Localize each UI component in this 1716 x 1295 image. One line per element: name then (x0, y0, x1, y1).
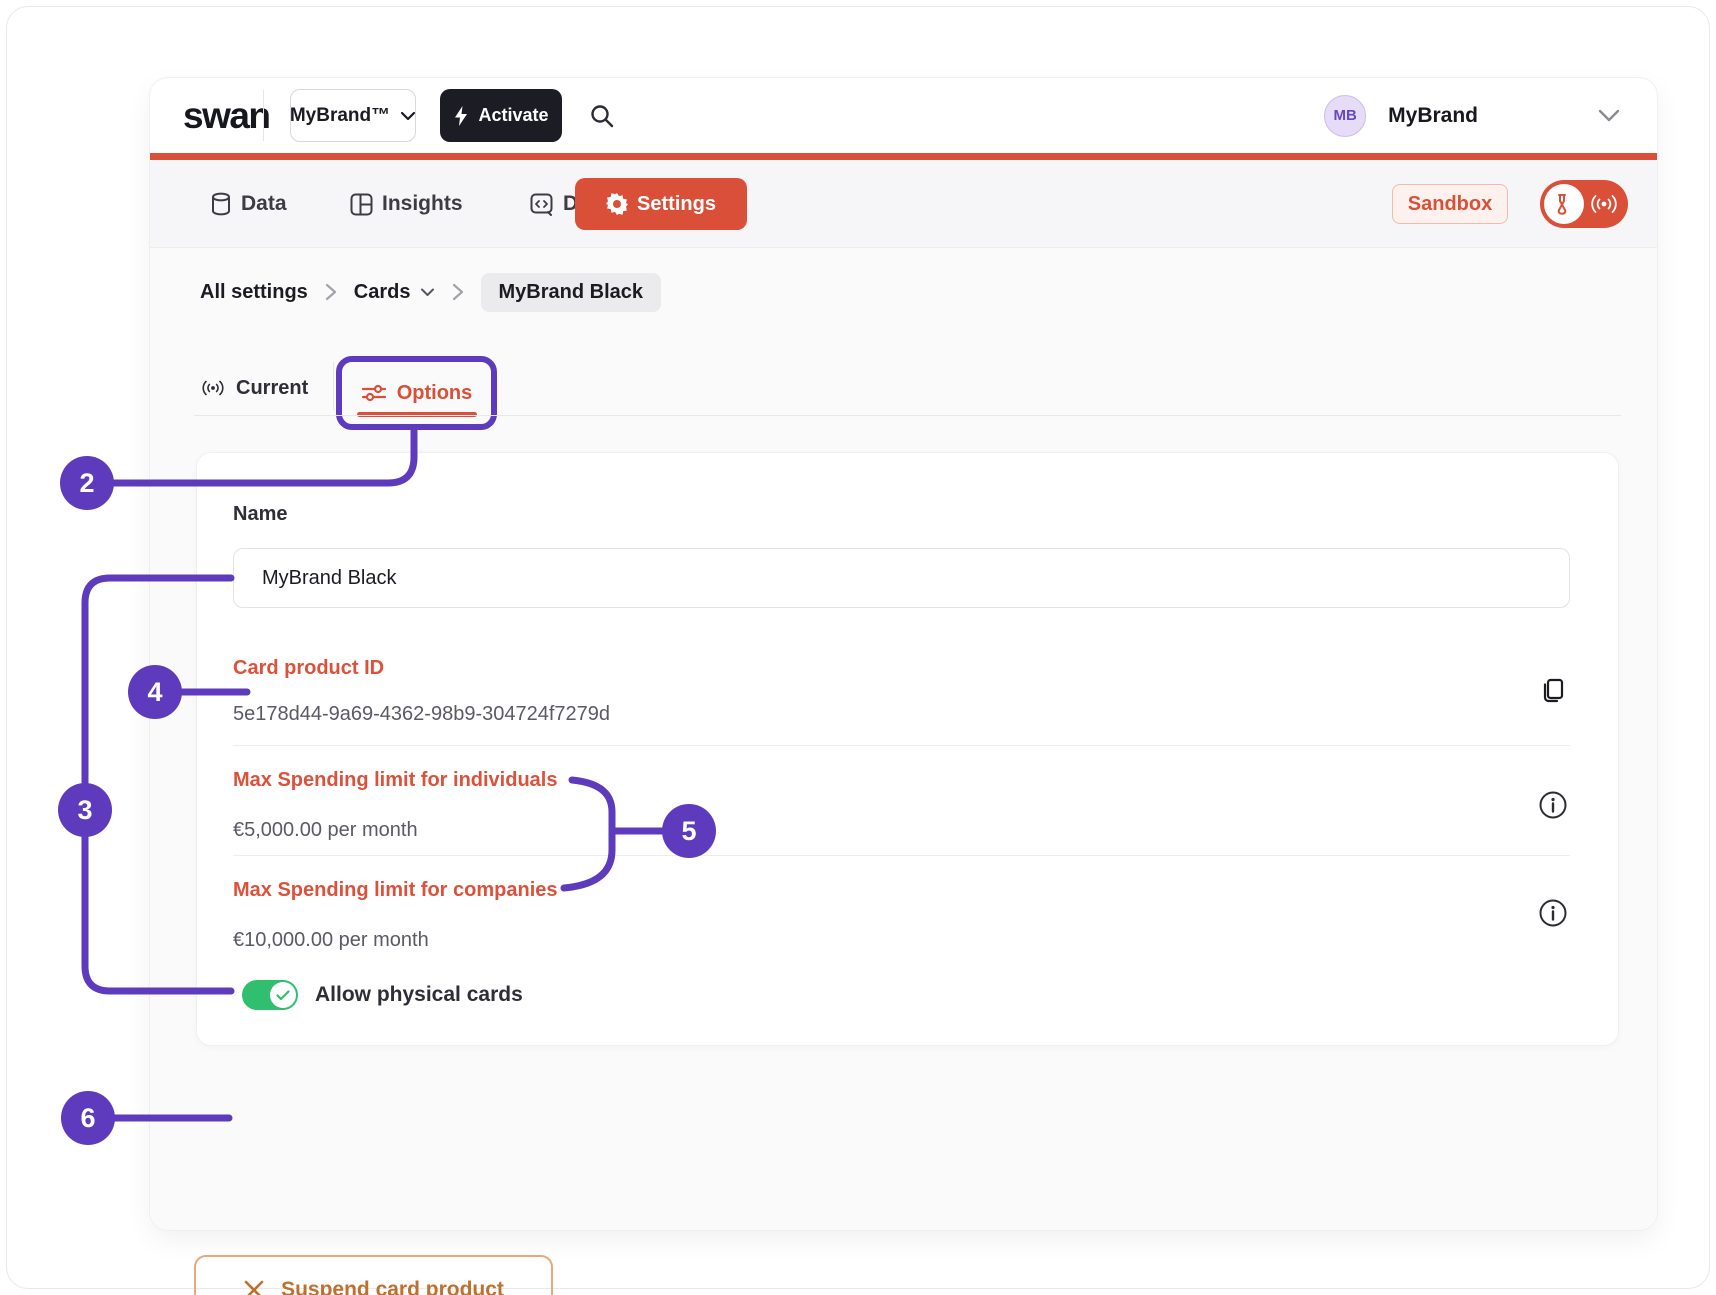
account-name: MyBrand (1388, 104, 1478, 128)
live-signal-icon (1589, 194, 1619, 214)
database-icon (210, 192, 232, 216)
avatar: MB (1324, 95, 1366, 137)
limit-individuals-value: €5,000.00 per month (233, 819, 418, 842)
tabs-divider-line (194, 415, 1621, 416)
breadcrumb-cards-label: Cards (354, 281, 411, 304)
app-window: swan MyBrand™ Activate MB MyBrand (150, 78, 1657, 1230)
nav-item-insights[interactable]: Insights (350, 160, 463, 248)
screenshot-root: swan MyBrand™ Activate MB MyBrand (0, 0, 1716, 1295)
nav-item-data[interactable]: Data (210, 160, 287, 248)
chart-panel-icon (350, 193, 373, 216)
info-icon[interactable] (1535, 787, 1571, 823)
chevron-right-icon (325, 283, 337, 301)
name-input[interactable] (233, 548, 1570, 608)
search-icon[interactable] (586, 100, 618, 132)
tab-options[interactable]: Options (336, 356, 497, 430)
info-icon[interactable] (1535, 895, 1571, 931)
activate-label: Activate (478, 105, 548, 126)
gear-icon (606, 193, 628, 215)
environment-toggle[interactable] (1540, 180, 1628, 228)
swan-logo: swan (183, 78, 270, 153)
header-accent-line (150, 153, 1657, 160)
limit-companies-value: €10,000.00 per month (233, 929, 429, 952)
tab-divider (333, 362, 334, 410)
project-selector-label: MyBrand™ (290, 105, 390, 127)
card-product-id-value: 5e178d44-9a69-4362-98b9-304724f7279d (233, 703, 610, 726)
content-area: All settings Cards MyBrand Black Cur (150, 248, 1657, 1230)
suspend-card-product-button[interactable]: Suspend card product (194, 1255, 553, 1295)
activate-button[interactable]: Activate (440, 89, 562, 142)
annotation-marker-2: 2 (60, 456, 114, 510)
breadcrumb: All settings Cards MyBrand Black (200, 270, 661, 314)
sandbox-label: Sandbox (1408, 193, 1492, 216)
flask-icon (1544, 184, 1584, 224)
breadcrumb-cards[interactable]: Cards (354, 281, 435, 304)
chevron-down-icon (400, 111, 416, 121)
suspend-label: Suspend card product (281, 1278, 504, 1295)
tab-label: Current (236, 377, 308, 400)
close-icon (243, 1279, 265, 1295)
annotation-marker-6: 6 (61, 1091, 115, 1145)
card-product-id-label: Card product ID (233, 657, 384, 680)
sandbox-badge: Sandbox (1392, 184, 1508, 224)
tab-label: Options (397, 382, 473, 405)
sliders-icon (361, 383, 387, 403)
allow-physical-cards-toggle[interactable] (242, 980, 298, 1010)
project-selector-button[interactable]: MyBrand™ (290, 89, 416, 142)
main-nav: Data Insights Developers Settings (150, 160, 1657, 248)
name-field-label: Name (233, 503, 287, 526)
chevron-down-icon (1598, 109, 1620, 122)
limit-individuals-label: Max Spending limit for individuals (233, 769, 557, 792)
breadcrumb-current-page: MyBrand Black (481, 273, 662, 312)
breadcrumb-all-settings[interactable]: All settings (200, 281, 308, 304)
annotation-marker-4: 4 (128, 665, 182, 719)
check-icon (276, 990, 290, 1001)
tab-current[interactable]: Current (200, 360, 308, 416)
allow-physical-cards-label: Allow physical cards (315, 983, 523, 1007)
row-divider (233, 855, 1570, 856)
nav-item-settings[interactable]: Settings (575, 178, 747, 230)
annotation-marker-3: 3 (58, 783, 112, 837)
chevron-down-icon (420, 288, 435, 297)
header-divider (263, 90, 264, 141)
row-divider (233, 745, 1570, 746)
top-header: swan MyBrand™ Activate MB MyBrand (150, 78, 1657, 153)
lightning-bolt-icon (453, 105, 469, 127)
signal-icon (200, 380, 226, 396)
limit-companies-label: Max Spending limit for companies (233, 879, 558, 902)
code-icon (530, 193, 554, 216)
copy-icon[interactable] (1535, 672, 1571, 708)
nav-label: Insights (382, 192, 463, 216)
annotation-marker-5: 5 (662, 804, 716, 858)
card-product-options-panel: Name Card product ID 5e178d44-9a69-4362-… (197, 453, 1618, 1045)
nav-label: Settings (637, 193, 716, 216)
nav-label: Data (241, 192, 287, 216)
toggle-knob (270, 982, 296, 1008)
chevron-right-icon (452, 283, 464, 301)
account-menu[interactable]: MB MyBrand (1324, 78, 1632, 153)
